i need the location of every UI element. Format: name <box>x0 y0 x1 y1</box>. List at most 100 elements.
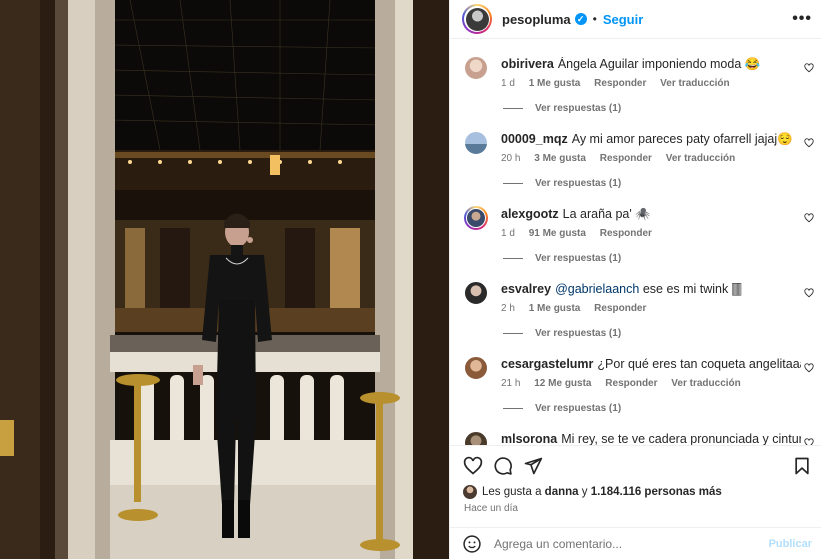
comment-username[interactable]: alexgootz <box>501 207 559 221</box>
post-photo[interactable] <box>0 0 449 559</box>
heart-icon[interactable] <box>804 63 814 73</box>
translate-button[interactable]: Ver traducción <box>666 153 735 164</box>
comment-meta: 1 d 91 Me gusta Responder <box>501 228 663 239</box>
view-replies-label: Ver respuestas (1) <box>535 328 622 339</box>
likes-summary: Les gusta a danna y 1.184.116 personas m… <box>462 484 722 500</box>
comments-list[interactable]: obirivera Ángela Aguilar imponiendo moda … <box>450 38 821 445</box>
comment-meta: 1 d 1 Me gusta Responder Ver traducción <box>501 78 741 89</box>
post-side-panel: pesopluma ✓ • Seguir ••• obirivera Ángela… <box>449 0 821 559</box>
commenter-avatar[interactable] <box>464 431 488 445</box>
send-icon[interactable] <box>523 456 543 476</box>
add-comment-bar: Publicar <box>450 527 821 559</box>
view-replies-label: Ver respuestas (1) <box>535 403 622 414</box>
likes-prefix: Les gusta a <box>482 486 542 498</box>
publish-button[interactable]: Publicar <box>769 538 812 550</box>
comment-meta: 21 h 12 Me gusta Responder Ver traducció… <box>501 378 752 389</box>
heart-icon[interactable] <box>804 213 814 223</box>
reply-button[interactable]: Responder <box>594 303 646 314</box>
reply-button[interactable]: Responder <box>600 228 652 239</box>
commenter-avatar[interactable] <box>464 356 488 380</box>
bookmark-icon[interactable] <box>792 456 812 476</box>
replies-line <box>503 183 523 184</box>
replies-line <box>503 108 523 109</box>
post-time[interactable]: Hace un día <box>464 503 518 514</box>
comment-input[interactable] <box>494 536 754 551</box>
photo-scene <box>0 0 449 559</box>
verified-badge-icon: ✓ <box>574 13 587 25</box>
comment-text: obirivera Ángela Aguilar imponiendo moda … <box>501 57 801 72</box>
comment-username[interactable]: 00009_mqz <box>501 132 568 146</box>
reply-button[interactable]: Responder <box>600 153 652 164</box>
comment-likes[interactable]: 1 Me gusta <box>529 303 581 314</box>
comment-likes[interactable]: 91 Me gusta <box>529 228 586 239</box>
post-header: pesopluma ✓ • Seguir ••• <box>450 0 821 38</box>
header-separator: • <box>592 12 597 26</box>
author-avatar[interactable] <box>462 4 492 34</box>
comment-time[interactable]: 21 h <box>501 378 520 389</box>
heart-icon[interactable] <box>463 456 483 476</box>
commenter-avatar[interactable] <box>464 131 488 155</box>
replies-line <box>503 258 523 259</box>
reply-button[interactable]: Responder <box>605 378 657 389</box>
comment-time[interactable]: 2 h <box>501 303 515 314</box>
reply-button[interactable]: Responder <box>594 78 646 89</box>
comment-body: Ay mi amor pareces paty ofarrell jajaj😌 <box>571 132 793 146</box>
comment-text: 00009_mqz Ay mi amor pareces paty ofarrel… <box>501 132 801 147</box>
view-replies-button[interactable]: Ver respuestas (1) <box>503 403 621 414</box>
comment-item: alexgootz La araña pa' 🕷️ 1 d 91 Me gusta… <box>450 189 821 264</box>
comment-body: Mi rey, se te ve cadera pronunciada y ci… <box>561 432 801 445</box>
replies-line <box>503 333 523 334</box>
comment-likes[interactable]: 3 Me gusta <box>534 153 586 164</box>
ellipsis-icon[interactable]: ••• <box>792 10 812 28</box>
action-bar <box>450 445 821 485</box>
translate-button[interactable]: Ver traducción <box>671 378 740 389</box>
view-replies-button[interactable]: Ver respuestas (1) <box>503 328 621 339</box>
comment-mention[interactable]: @gabrielaanch <box>555 282 639 296</box>
heart-icon[interactable] <box>804 363 814 373</box>
heart-icon[interactable] <box>804 288 814 298</box>
comment-username[interactable]: obirivera <box>501 57 554 71</box>
view-replies-label: Ver respuestas (1) <box>535 178 622 189</box>
replies-line <box>503 408 523 409</box>
comment-text: esvalrey @gabrielaanch ese es mi twink 🀫 <box>501 282 801 297</box>
heart-icon[interactable] <box>804 138 814 148</box>
heart-icon[interactable] <box>804 438 814 445</box>
comment-body: ese es mi twink 🀫 <box>639 282 742 296</box>
likes-count[interactable]: 1.184.116 personas más <box>591 486 722 498</box>
comment-time[interactable]: 20 h <box>501 153 520 164</box>
comment-meta: 20 h 3 Me gusta Responder Ver traducción <box>501 153 746 164</box>
comment-time[interactable]: 1 d <box>501 228 515 239</box>
comment-likes[interactable]: 12 Me gusta <box>534 378 591 389</box>
comment-text: mlsorona Mi rey, se te ve cadera pronunci… <box>501 432 801 445</box>
comment-item: obirivera Ángela Aguilar imponiendo moda … <box>450 39 821 114</box>
comment-body: Ángela Aguilar imponiendo moda 😂 <box>557 57 761 71</box>
comment-likes[interactable]: 1 Me gusta <box>529 78 581 89</box>
smiley-icon[interactable] <box>462 534 482 554</box>
translate-button[interactable]: Ver traducción <box>660 78 729 89</box>
comment-username[interactable]: esvalrey <box>501 282 551 296</box>
comment-item: mlsorona Mi rey, se te ve cadera pronunci… <box>450 414 821 445</box>
comment-time[interactable]: 1 d <box>501 78 515 89</box>
view-replies-button[interactable]: Ver respuestas (1) <box>503 103 621 114</box>
view-replies-button[interactable]: Ver respuestas (1) <box>503 178 621 189</box>
comment-meta: 2 h 1 Me gusta Responder <box>501 303 657 314</box>
commenter-avatar[interactable] <box>464 56 488 80</box>
comment-body: La araña pa' 🕷️ <box>562 207 651 221</box>
commenter-avatar[interactable] <box>464 206 488 230</box>
comment-icon[interactable] <box>493 456 513 476</box>
view-replies-label: Ver respuestas (1) <box>535 253 622 264</box>
commenter-avatar[interactable] <box>464 281 488 305</box>
comment-item: esvalrey @gabrielaanch ese es mi twink 🀫 … <box>450 264 821 339</box>
liker-avatar[interactable] <box>462 484 478 500</box>
comment-text: alexgootz La araña pa' 🕷️ <box>501 207 801 222</box>
comment-username[interactable]: mlsorona <box>501 432 557 445</box>
view-replies-button[interactable]: Ver respuestas (1) <box>503 253 621 264</box>
comment-username[interactable]: cesargastelumr <box>501 357 593 371</box>
liker-username[interactable]: danna <box>545 486 579 498</box>
comment-item: cesargastelumr ¿Por qué eres tan coqueta … <box>450 339 821 414</box>
comment-text: cesargastelumr ¿Por qué eres tan coqueta … <box>501 357 801 372</box>
comment-body: ¿Por qué eres tan coqueta angelitaaaa?😍 <box>597 357 801 371</box>
author-username[interactable]: pesopluma <box>502 12 571 27</box>
comment-item: 00009_mqz Ay mi amor pareces paty ofarrel… <box>450 114 821 189</box>
follow-button[interactable]: Seguir <box>603 12 643 27</box>
